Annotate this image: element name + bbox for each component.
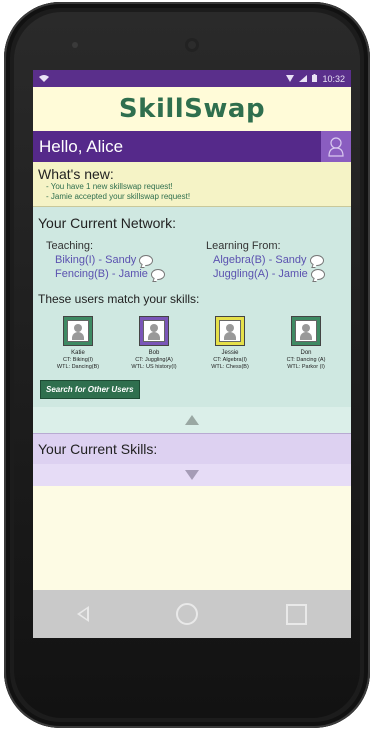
profile-button[interactable]: [321, 131, 351, 162]
user-name: Bob: [148, 350, 160, 356]
teaching-entry-label: Biking(I) - Sandy: [55, 254, 137, 266]
matched-users: Katie CT: Biking(I) WTL: Dancing(B) Bob …: [38, 316, 346, 371]
chat-bubble-icon[interactable]: [309, 254, 324, 266]
user-card-jessie[interactable]: Jessie CT: Algebra(I) WTL: Chess(B): [194, 316, 266, 371]
back-icon[interactable]: [76, 606, 89, 622]
chat-bubble-icon[interactable]: [139, 254, 154, 266]
user-card-don[interactable]: Don CT: Dancing (A) WTL: Parkor (I): [270, 316, 342, 371]
news-item[interactable]: - You have 1 new skillswap request!: [46, 182, 346, 192]
chat-bubble-icon[interactable]: [150, 268, 165, 280]
chat-bubble-icon[interactable]: [310, 268, 325, 280]
learning-title: Learning From:: [206, 240, 281, 252]
wifi-icon: [39, 74, 49, 84]
collapse-up-icon: [185, 415, 199, 425]
teaching-entry[interactable]: Biking(I) - Sandy: [55, 254, 192, 266]
signal-icon: [299, 74, 308, 84]
user-wants-to-learn: WTL: US history(I): [131, 364, 177, 370]
user-name: Jessie: [221, 350, 239, 356]
app-logo: SkillSwap: [118, 94, 266, 124]
user-wants-to-learn: WTL: Dancing(B): [56, 364, 100, 370]
greeting-text: Hello, Alice: [39, 136, 124, 156]
learning-entry[interactable]: Algebra(B) - Sandy: [213, 254, 346, 266]
user-avatar-icon: [291, 316, 321, 346]
user-avatar-icon: [139, 316, 169, 346]
expand-down-icon: [185, 470, 199, 480]
battery-icon: [312, 73, 318, 84]
user-card-katie[interactable]: Katie CT: Biking(I) WTL: Dancing(B): [42, 316, 114, 371]
android-nav-bar: [33, 590, 351, 638]
network-title: Your Current Network:: [38, 215, 176, 231]
user-name: Don: [300, 350, 312, 356]
profile-icon: [328, 136, 344, 157]
user-wants-to-learn: WTL: Chess(B): [211, 364, 249, 370]
user-wants-to-learn: WTL: Parkor (I): [287, 364, 325, 370]
front-camera: [185, 38, 199, 52]
whats-new-title: What's new:: [38, 166, 114, 182]
learning-entry-label: Algebra(B) - Sandy: [213, 254, 307, 266]
match-title: These users match your skills:: [38, 292, 200, 306]
user-avatar-icon: [215, 316, 245, 346]
skills-title: Your Current Skills:: [38, 441, 158, 457]
app-screen: 10:32 SkillSwap Hello, Alice What's new:…: [33, 70, 351, 638]
search-users-button[interactable]: Search for Other Users: [40, 380, 140, 399]
greeting-bar: Hello, Alice: [33, 131, 351, 162]
recents-icon[interactable]: [286, 603, 308, 625]
user-can-teach: CT: Juggling(A): [135, 357, 173, 363]
sensor-dot: [72, 42, 78, 48]
learning-entry[interactable]: Juggling(A) - Jamie: [213, 268, 346, 280]
learning-entry-label: Juggling(A) - Jamie: [213, 268, 308, 280]
user-can-teach: CT: Dancing (A): [286, 357, 326, 363]
logo-bar: SkillSwap: [33, 87, 351, 131]
user-can-teach: CT: Algebra(I): [213, 357, 247, 363]
teaching-column: Teaching: Biking(I) - Sandy Fencing(B) -…: [38, 240, 192, 280]
user-name: Katie: [71, 350, 85, 356]
skills-section: Your Current Skills:: [33, 433, 351, 486]
user-can-teach: CT: Biking(I): [63, 357, 93, 363]
network-section: Your Current Network: Teaching: Biking(I…: [33, 207, 351, 433]
status-bar: 10:32: [33, 70, 351, 87]
clock: 10:32: [322, 73, 345, 84]
learning-column: Learning From: Algebra(B) - Sandy Juggli…: [192, 240, 346, 280]
teaching-title: Teaching:: [46, 240, 94, 252]
teaching-entry[interactable]: Fencing(B) - Jamie: [55, 268, 192, 280]
wifi-strength-icon: [286, 74, 295, 84]
news-item[interactable]: - Jamie accepted your skillswap request!: [46, 192, 346, 202]
user-card-bob[interactable]: Bob CT: Juggling(A) WTL: US history(I): [118, 316, 190, 371]
whats-new-section: What's new: - You have 1 new skillswap r…: [33, 162, 351, 207]
user-avatar-icon: [63, 316, 93, 346]
home-icon[interactable]: [176, 603, 199, 625]
collapse-network-button[interactable]: [33, 407, 351, 433]
expand-skills-button[interactable]: [33, 464, 351, 486]
teaching-entry-label: Fencing(B) - Jamie: [55, 268, 148, 280]
